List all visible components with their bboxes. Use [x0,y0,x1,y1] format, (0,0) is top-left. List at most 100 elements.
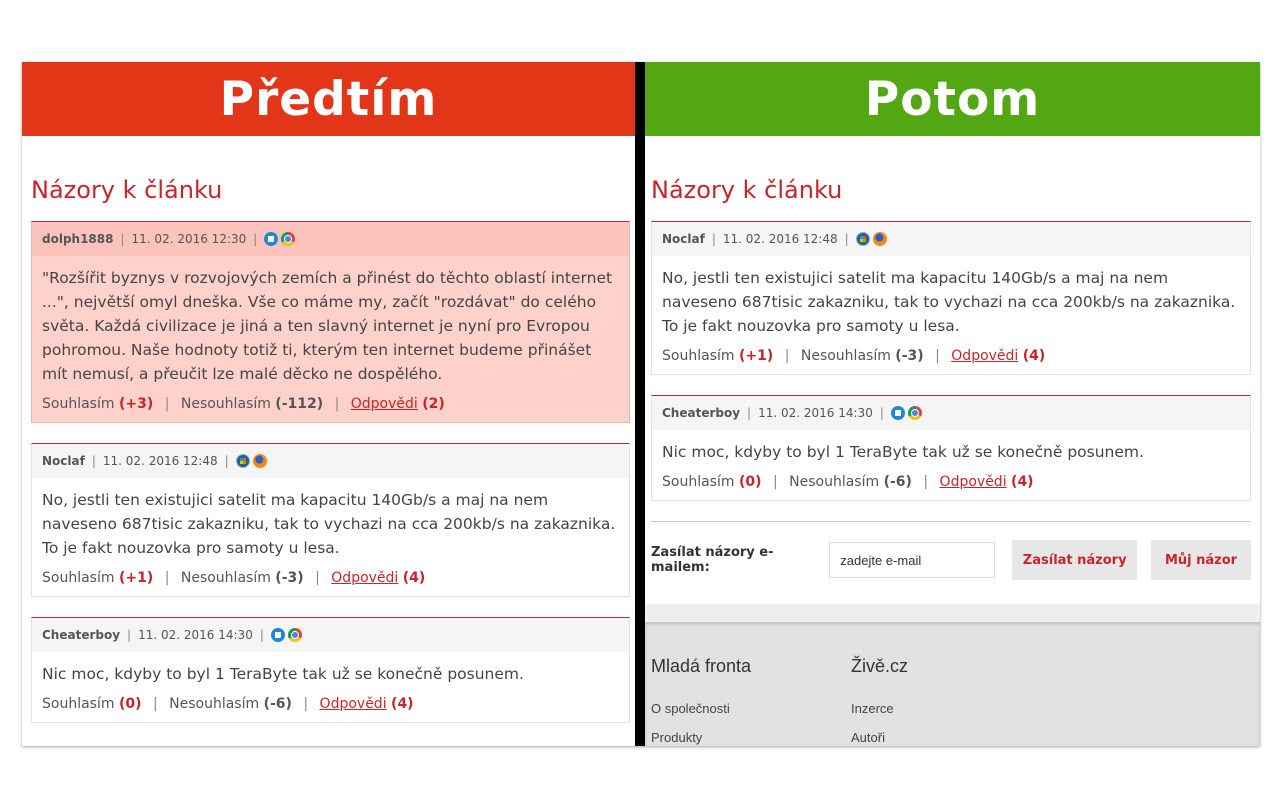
replies-link[interactable]: Odpovědi [351,396,418,412]
disagree-count: (-6) [263,696,292,712]
comment-header: dolph1888 | 11. 02. 2016 12:30 | [32,222,629,256]
reply-count: (4) [1011,474,1034,490]
separator: | [315,570,320,586]
after-panel: Potom Názory k článku Noclaf | 11. 02. 2… [645,62,1260,746]
before-banner: Předtím [22,62,635,136]
separator: | [164,570,170,586]
comment-date: 11. 02. 2016 12:48 [722,232,838,246]
disagree-button[interactable]: Nesouhlasím (-6) [789,474,912,490]
agree-button[interactable]: Souhlasím (+1) [662,348,773,364]
footer-column-zive: Živě.cz Inzerce Autoři [851,656,908,746]
comment-text: Nic moc, kdyby to byl 1 TeraByte tak už … [662,443,1144,461]
comment-date: 11. 02. 2016 12:48 [102,454,218,468]
agree-label: Souhlasím [662,474,735,490]
comment-text: No, jestli ten existujici satelit ma kap… [662,269,1236,335]
agree-button[interactable]: Souhlasím (+1) [42,570,153,586]
disagree-label: Nesouhlasím [180,396,271,412]
subscribe-button[interactable]: Zasílat názory [1012,540,1138,580]
before-content: Názory k článku dolph1888 | 11. 02. 2016… [22,176,630,723]
disagree-count: (-6) [883,474,912,490]
comment-actions: Souhlasím (0) | Nesouhlasím (-6) | Odpov… [652,464,1250,500]
windows-10-icon [270,628,285,642]
footer-heading: Mladá fronta [651,656,752,676]
disagree-count: (-3) [275,570,304,586]
separator: | [164,396,170,412]
disagree-button[interactable]: Nesouhlasím (-3) [181,570,304,586]
separator: | [120,232,125,246]
footer-column-mlada-fronta: Mladá fronta O společnosti Produkty [651,656,751,746]
page-gap [645,604,1260,622]
disagree-button[interactable]: Nesouhlasím (-6) [169,696,292,712]
agree-label: Souhlasím [42,396,115,412]
reply-count: (4) [402,570,426,586]
replies-link[interactable]: Odpovědi [951,348,1018,364]
comment-actions: Souhlasím (0) | Nesouhlasím (-6) | Odpov… [32,686,629,722]
separator: | [91,454,96,468]
reply-count: (4) [391,696,414,712]
agree-label: Souhlasím [42,570,115,586]
replies-link[interactable]: Odpovědi [940,474,1007,490]
agree-button[interactable]: Souhlasím (0) [662,474,762,490]
firefox-icon [252,454,267,468]
footer-link[interactable]: Autoři [851,730,908,745]
comment-date: 11. 02. 2016 14:30 [758,406,873,420]
agree-label: Souhlasím [662,348,735,364]
windows-7-icon [235,454,250,468]
agree-button[interactable]: Souhlasím (+3) [42,396,153,412]
disagree-button[interactable]: Nesouhlasím (-112) [181,396,323,412]
comment-author[interactable]: Cheaterboy [42,628,120,642]
comment-text: "Rozšířit byznys v rozvojových zemích a … [42,269,613,383]
comment-actions: Souhlasím (+1) | Nesouhlasím (-3) | Odpo… [652,338,1250,374]
comment-header: Noclaf | 11. 02. 2016 12:48 | [652,222,1250,256]
agree-count: (0) [118,696,142,712]
separator: | [844,232,849,246]
comment-date: 11. 02. 2016 14:30 [138,628,253,642]
comment-item: Cheaterboy | 11. 02. 2016 14:30 | Nic mo… [31,617,630,723]
separator: | [711,232,716,246]
comment-header: Noclaf | 11. 02. 2016 12:48 | [32,444,629,478]
disagree-count: (-3) [895,348,924,364]
separator: | [303,696,309,712]
comment-author[interactable]: Noclaf [42,454,85,468]
disagree-label: Nesouhlasím [789,474,880,490]
footer-heading: Živě.cz [851,656,909,676]
after-banner: Potom [645,62,1260,136]
separator: | [127,628,132,642]
agree-button[interactable]: Souhlasím (0) [42,696,142,712]
footer-link[interactable]: Produkty [651,730,751,745]
footer-link[interactable]: Inzerce [851,701,908,716]
my-opinion-button[interactable]: Můj názor [1151,540,1252,580]
reply-count: (4) [1022,348,1046,364]
comment-header: Cheaterboy | 11. 02. 2016 14:30 | [652,396,1250,430]
comment-item: Noclaf | 11. 02. 2016 12:48 | No, jestli… [31,443,630,597]
disagree-label: Nesouhlasím [169,696,260,712]
email-field[interactable] [829,542,996,578]
comment-text: Nic moc, kdyby to byl 1 TeraByte tak už … [42,665,524,683]
after-content: Názory k článku Noclaf | 11. 02. 2016 12… [645,176,1260,746]
footer-link[interactable]: O společnosti [651,701,751,716]
agree-count: (+3) [118,396,154,412]
agree-count: (+1) [118,570,154,586]
subscribe-label: Zasílat názory e-mailem: [651,545,774,575]
replies-link[interactable]: Odpovědi [331,570,398,586]
disagree-count: (-112) [275,396,324,412]
comment-author[interactable]: Cheaterboy [662,406,740,420]
replies-link[interactable]: Odpovědi [320,696,387,712]
comment-actions: Souhlasím (+1) | Nesouhlasím (-3) | Odpo… [32,560,629,596]
agree-count: (+1) [738,348,774,364]
comment-author[interactable]: Noclaf [662,232,705,246]
separator: | [334,396,340,412]
disagree-button[interactable]: Nesouhlasím (-3) [801,348,924,364]
separator: | [747,406,752,420]
windows-7-icon [855,232,870,246]
separator: | [152,696,158,712]
chrome-icon [907,406,922,420]
separator: | [253,232,258,246]
separator: | [224,454,229,468]
comment-author[interactable]: dolph1888 [42,232,113,246]
separator: | [935,348,940,364]
chrome-icon [287,628,302,642]
windows-10-icon [264,232,279,246]
subscribe-row: Zasílat názory e-mailem: Zasílat názory … [651,521,1252,586]
comment-header: Cheaterboy | 11. 02. 2016 14:30 | [32,618,629,652]
